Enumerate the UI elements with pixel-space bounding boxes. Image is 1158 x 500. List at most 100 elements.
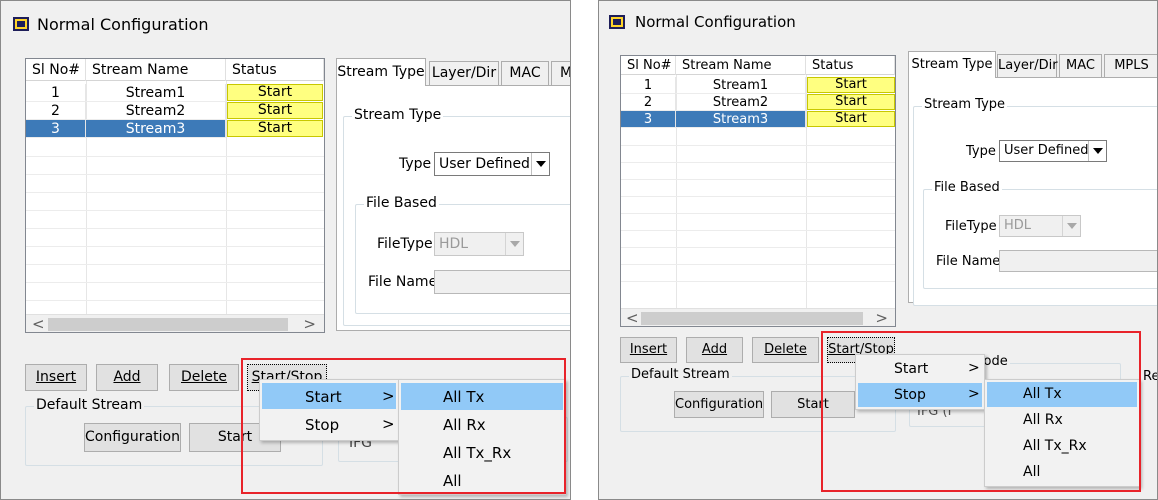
highlight-callout-left: [241, 358, 566, 494]
file-based-legend: File Based: [932, 180, 1002, 195]
add-button[interactable]: Add: [96, 364, 158, 391]
table-row-selected[interactable]: 3 Stream3 Start: [621, 111, 895, 128]
scroll-left-arrow[interactable]: <: [626, 309, 639, 326]
cell-slno: 1: [26, 84, 86, 102]
type-label: Type: [399, 156, 432, 172]
scroll-right-arrow[interactable]: >: [303, 315, 316, 332]
tab-panel: Stream Type Type User Defined File Based…: [908, 77, 1157, 306]
chevron-down-icon: [1062, 216, 1080, 236]
insert-button[interactable]: Insert: [25, 364, 87, 391]
tab-stream-type[interactable]: Stream Type: [336, 58, 426, 86]
window-title: Normal Configuration: [37, 15, 209, 34]
column-header-status[interactable]: Status: [226, 59, 324, 81]
configuration-button[interactable]: Configuration: [84, 423, 181, 452]
filetype-select: HDL: [434, 232, 524, 256]
configuration-button[interactable]: Configuration: [674, 391, 764, 418]
cell-slno: 1: [621, 77, 676, 94]
table-row[interactable]: 1 Stream1 Start: [26, 84, 324, 102]
table-row[interactable]: 1 Stream1 Start: [621, 77, 895, 94]
cell-slno: 3: [621, 111, 676, 128]
scroll-thumb[interactable]: [641, 312, 863, 325]
file-based-legend: File Based: [364, 195, 439, 211]
column-header-slno[interactable]: Sl No#: [621, 56, 676, 75]
chevron-down-icon[interactable]: [531, 153, 549, 175]
cell-slno: 3: [26, 120, 86, 138]
stream-grid[interactable]: Sl No# Stream Name Status 1 Stream1 Star…: [620, 55, 896, 327]
type-select-value: User Defined: [1004, 143, 1089, 158]
status-start-button[interactable]: Start: [807, 111, 895, 127]
scroll-left-arrow[interactable]: <: [32, 315, 45, 332]
tab-stream-type[interactable]: Stream Type: [908, 51, 996, 78]
status-start-button[interactable]: Start: [227, 120, 323, 137]
type-label: Type: [966, 144, 996, 159]
cell-slno: 2: [621, 94, 676, 111]
cell-stream-name: Stream3: [86, 120, 226, 138]
chevron-down-icon: [505, 233, 523, 255]
delete-label: Delete: [181, 369, 227, 385]
filetype-select-value: HDL: [1004, 218, 1032, 233]
title-bar: Normal Configuration: [599, 1, 1157, 39]
tab-panel: Stream Type Type User Defined File Based…: [336, 85, 570, 331]
tab-mac[interactable]: MAC: [1059, 54, 1102, 77]
column-header-stream-name[interactable]: Stream Name: [676, 56, 806, 75]
add-button[interactable]: Add: [686, 337, 743, 363]
chevron-down-icon[interactable]: [1088, 141, 1106, 161]
cell-stream-name: Stream2: [676, 94, 806, 111]
highlight-callout-right: [821, 331, 1141, 492]
cell-stream-name: Stream2: [86, 102, 226, 120]
stream-grid[interactable]: Sl No# Stream Name Status 1 Stream1 Star…: [25, 58, 325, 333]
tab-mpls[interactable]: M: [551, 61, 570, 85]
filename-input[interactable]: [434, 270, 570, 294]
filetype-label: FileType: [377, 236, 433, 252]
stream-type-legend: Stream Type: [922, 97, 1008, 112]
type-select-value: User Defined: [439, 156, 530, 172]
column-header-stream-name[interactable]: Stream Name: [86, 59, 226, 81]
delete-label: Delete: [764, 342, 807, 357]
tab-layer-dir[interactable]: Layer/Dir: [429, 61, 499, 85]
filetype-select-value: HDL: [439, 236, 469, 252]
insert-label: Insert: [629, 342, 668, 357]
partial-re-label: Re: [1143, 369, 1158, 384]
default-stream-legend: Default Stream: [629, 367, 732, 382]
cell-stream-name: Stream1: [86, 84, 226, 102]
app-icon: [13, 17, 29, 31]
app-icon: [609, 15, 625, 29]
add-label: Add: [701, 342, 728, 357]
delete-button[interactable]: Delete: [752, 337, 819, 363]
tab-mac[interactable]: MAC: [501, 61, 549, 85]
scroll-right-arrow[interactable]: >: [875, 309, 888, 326]
column-header-slno[interactable]: Sl No#: [26, 59, 86, 81]
filename-input[interactable]: [999, 250, 1157, 272]
cell-stream-name: Stream3: [676, 111, 806, 128]
insert-button[interactable]: Insert: [620, 337, 677, 363]
status-start-button[interactable]: Start: [227, 102, 323, 119]
table-row-selected[interactable]: 3 Stream3 Start: [26, 120, 324, 138]
status-start-button[interactable]: Start: [227, 84, 323, 101]
type-select[interactable]: User Defined: [999, 140, 1107, 162]
add-label: Add: [113, 369, 141, 385]
horizontal-scrollbar[interactable]: < >: [26, 314, 324, 332]
tab-mpls[interactable]: MPLS: [1104, 54, 1157, 77]
tab-layer-dir[interactable]: Layer/Dir: [997, 54, 1058, 77]
filetype-label: FileType: [945, 219, 997, 234]
filetype-select: HDL: [999, 215, 1081, 237]
default-stream-legend: Default Stream: [34, 397, 145, 413]
file-based-group: File Based: [923, 180, 1157, 289]
type-select[interactable]: User Defined: [434, 152, 550, 176]
cell-stream-name: Stream1: [676, 77, 806, 94]
title-bar: Normal Configuration: [1, 1, 570, 39]
window-title: Normal Configuration: [635, 13, 796, 31]
file-based-group: File Based: [355, 195, 570, 314]
stream-type-legend: Stream Type: [352, 107, 444, 123]
insert-label: Insert: [35, 369, 77, 385]
horizontal-scrollbar[interactable]: < >: [621, 308, 895, 326]
filename-label: File Name: [368, 274, 438, 290]
status-start-button[interactable]: Start: [807, 77, 895, 93]
cell-slno: 2: [26, 102, 86, 120]
scroll-thumb[interactable]: [48, 318, 288, 331]
delete-button[interactable]: Delete: [169, 364, 239, 391]
table-row[interactable]: 2 Stream2 Start: [26, 102, 324, 120]
column-header-status[interactable]: Status: [806, 56, 895, 75]
table-row[interactable]: 2 Stream2 Start: [621, 94, 895, 111]
status-start-button[interactable]: Start: [807, 94, 895, 110]
